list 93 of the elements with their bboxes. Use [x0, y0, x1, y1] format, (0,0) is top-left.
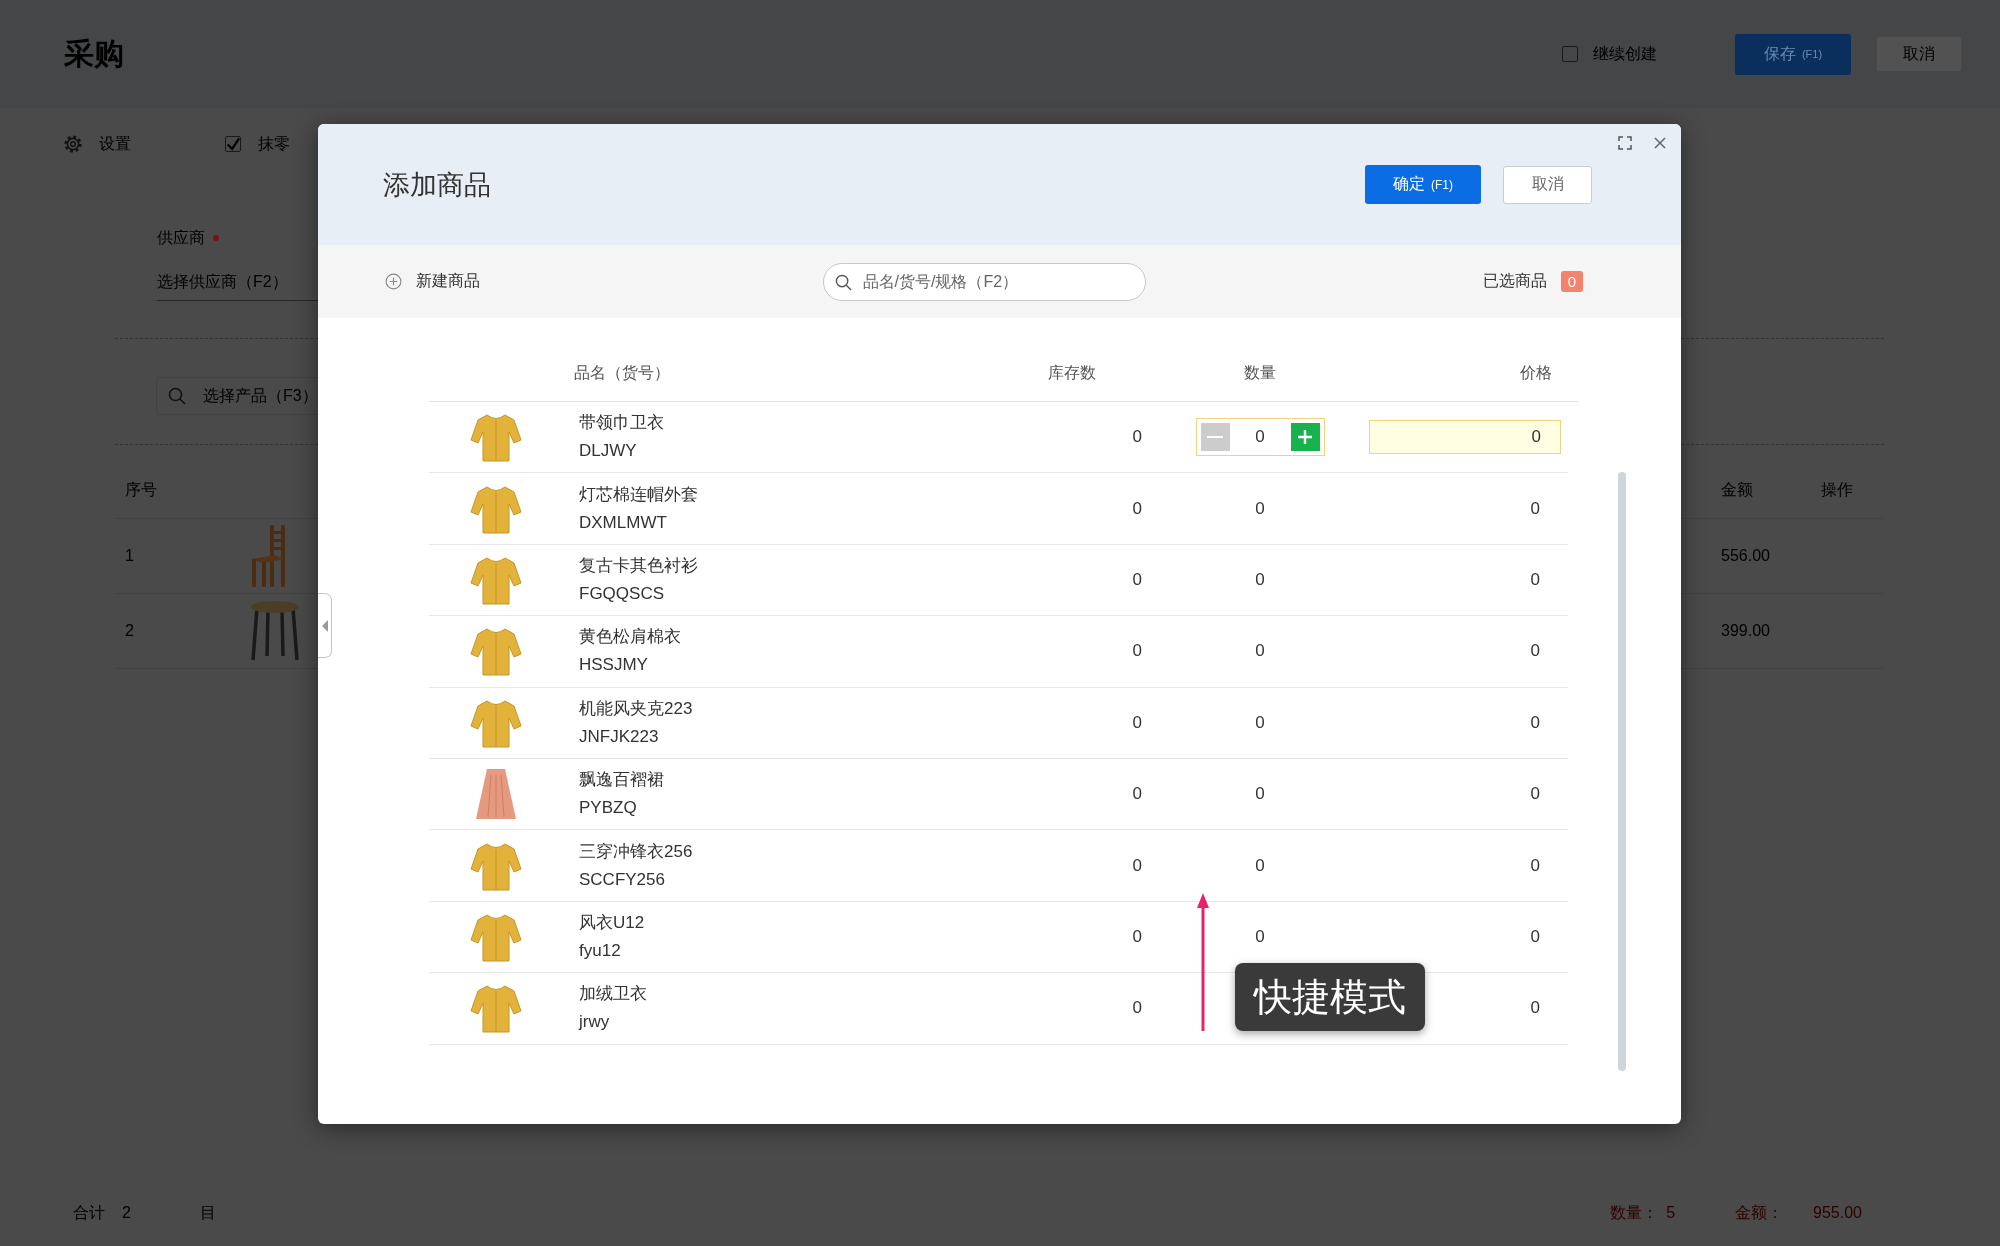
product-code: DLJWY: [579, 440, 637, 463]
price-cell: 0: [1530, 641, 1540, 662]
collapse-tab[interactable]: [318, 593, 332, 658]
continue-create-label: 继续创建: [1593, 43, 1657, 64]
quantity-cell: 0: [1255, 784, 1265, 805]
column-header: 序号: [125, 480, 157, 500]
price-cell: 0: [1530, 498, 1540, 519]
up-arrow-icon: [1196, 893, 1210, 1031]
close-icon[interactable]: [1653, 136, 1667, 150]
quantity-field[interactable]: 0: [1255, 427, 1265, 448]
stock-cell: 0: [1132, 998, 1142, 1019]
product-name: 灯芯棉连帽外套: [579, 483, 698, 506]
quantity-cell: 0: [1255, 641, 1265, 662]
quantity-cell: 0: [1255, 498, 1265, 519]
plus-circle-icon: [385, 273, 402, 290]
stock-cell: 0: [1132, 569, 1142, 590]
product-code: SCCFY256: [579, 868, 665, 891]
stock-cell: 0: [1132, 926, 1142, 947]
row-number: 2: [125, 622, 134, 640]
product-name: 复古卡其色衬衫: [579, 554, 698, 577]
stock-cell: 0: [1132, 427, 1142, 448]
decrease-button[interactable]: [1200, 423, 1230, 452]
continue-create-checkbox[interactable]: [1562, 46, 1578, 62]
product-code: JNFJK223: [579, 725, 659, 748]
total-item: 目: [199, 1202, 216, 1223]
column-header: 金额: [1721, 480, 1753, 500]
column-header: 品名（货号）: [574, 362, 670, 383]
column-header: 库存数: [1048, 362, 1096, 383]
column-header: 操作: [1821, 480, 1853, 500]
price-cell: 0: [1530, 855, 1540, 876]
amount-cell: 399.00: [1721, 622, 1770, 640]
product-name: 黄色松肩棉衣: [579, 626, 681, 649]
price-cell: 0: [1530, 712, 1540, 733]
quantity-cell: 0: [1255, 712, 1265, 733]
search-icon: [168, 387, 186, 405]
column-header: 价格: [1520, 362, 1552, 383]
amount-total: 955.00: [1813, 1204, 1862, 1222]
supplier-field[interactable]: 选择供应商（F2）: [157, 263, 397, 301]
selected-count-badge: 0: [1561, 271, 1583, 292]
total-label: 合计: [73, 1202, 105, 1223]
quantity-cell: 0: [1255, 855, 1265, 876]
price-field[interactable]: 0: [1369, 420, 1561, 455]
product-code: FGQQSCS: [579, 582, 664, 605]
stock-cell: 0: [1132, 784, 1142, 805]
increase-button[interactable]: [1290, 423, 1320, 452]
quantity-label: 数量：: [1610, 1202, 1659, 1223]
dialog-title: 添加商品: [383, 168, 491, 202]
search-field[interactable]: 品名/货号/规格（F2）: [822, 262, 1146, 301]
checkbox[interactable]: [225, 136, 241, 152]
product-name: 加绒卫衣: [579, 983, 647, 1006]
quantity-total: 5: [1666, 1204, 1676, 1222]
stock-cell: 0: [1132, 641, 1142, 662]
minus-icon: [1207, 436, 1223, 439]
page-title: 采购: [64, 35, 124, 72]
product-name: 机能风夹克223: [579, 697, 693, 720]
product-name: 三穿冲锋衣256: [579, 840, 693, 863]
selected-label: 已选商品: [1483, 271, 1547, 291]
fullscreen-icon[interactable]: [1618, 136, 1632, 150]
save-button[interactable]: 保存 (F1): [1735, 33, 1851, 75]
price-cell: 0: [1530, 569, 1540, 590]
product-code: HSSJMY: [579, 654, 648, 677]
supplier-label: 供应商: [157, 227, 205, 248]
column-header: 数量: [1244, 362, 1276, 383]
total-count: 2: [122, 1204, 131, 1222]
stock-cell: 0: [1132, 712, 1142, 733]
stock-cell: 0: [1132, 498, 1142, 519]
price-cell: 0: [1530, 926, 1540, 947]
amount-label: 金额：: [1735, 1202, 1784, 1223]
chair-drawing: [250, 525, 286, 587]
product-name: 飘逸百褶裙: [579, 769, 664, 792]
product-code: DXMLMWT: [579, 511, 667, 534]
product-name: 风衣U12: [579, 911, 645, 934]
quantity-cell: 0: [1255, 926, 1265, 947]
quantity-cell: 0: [1255, 569, 1265, 590]
price-cell: 0: [1530, 784, 1540, 805]
settings-icon[interactable]: [64, 135, 82, 153]
scrollbar[interactable]: [1618, 472, 1626, 1071]
confirm-button[interactable]: 确定 (F1): [1365, 165, 1481, 204]
product-code: PYBZQ: [579, 797, 637, 820]
tooltip: 快捷模式: [1235, 963, 1425, 1031]
product-code: jrwy: [579, 1011, 610, 1034]
caret-icon: [321, 619, 328, 632]
product-name: 带领巾卫衣: [579, 412, 664, 435]
cancel-button[interactable]: 取消: [1503, 165, 1592, 204]
product-code: fyu12: [579, 939, 621, 962]
row-number: 1: [125, 547, 134, 565]
quantity-stepper[interactable]: 0: [1195, 418, 1325, 457]
stock-cell: 0: [1132, 855, 1142, 876]
plus-icon: [1298, 430, 1312, 445]
price-cell: 0: [1530, 998, 1540, 1019]
stool-drawing: [250, 600, 300, 662]
amount-cell: 556.00: [1721, 547, 1770, 565]
search-icon: [834, 273, 852, 291]
